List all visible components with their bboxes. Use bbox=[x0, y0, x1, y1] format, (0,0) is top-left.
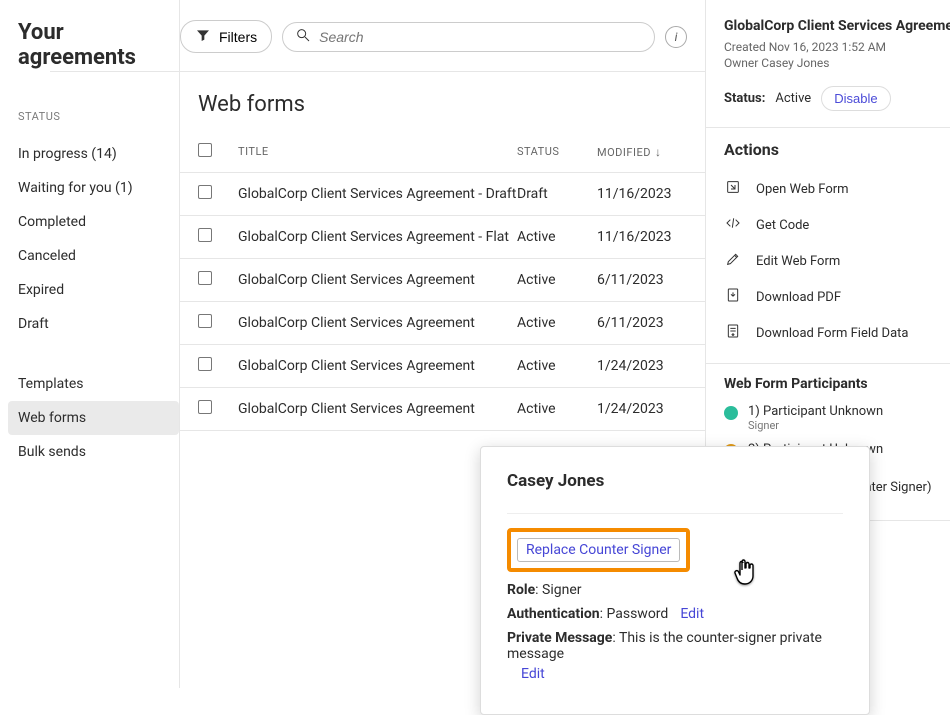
table-row[interactable]: GlobalCorp Client Services Agreement - D… bbox=[180, 173, 705, 216]
action-download-form[interactable]: Download Form Field Data bbox=[724, 315, 950, 351]
row-modified: 6/11/2023 bbox=[597, 315, 687, 331]
search-field-wrapper[interactable] bbox=[282, 22, 655, 52]
detail-owner: Owner Casey Jones bbox=[724, 56, 950, 70]
row-status: Draft bbox=[517, 186, 597, 202]
select-all-checkbox[interactable] bbox=[198, 143, 212, 157]
action-download[interactable]: Download PDF bbox=[724, 279, 950, 315]
toolbar: Filters i bbox=[50, 20, 705, 72]
row-modified: 1/24/2023 bbox=[597, 358, 687, 374]
participants-heading: Web Form Participants bbox=[724, 376, 950, 392]
download-icon bbox=[724, 287, 742, 307]
status-row: Status: Active Disable bbox=[724, 86, 950, 111]
row-title: GlobalCorp Client Services Agreement bbox=[238, 358, 517, 374]
cursor-hand-icon bbox=[733, 556, 759, 592]
row-status: Active bbox=[517, 358, 597, 374]
sidebar-item-completed[interactable]: Completed bbox=[18, 205, 179, 239]
participant-role: Signer bbox=[748, 419, 883, 432]
left-sidebar: Your agreements STATUS In progress (14) … bbox=[0, 0, 180, 688]
counter-signer-popover: Casey Jones Replace Counter Signer Role:… bbox=[480, 446, 870, 715]
action-label: Download Form Field Data bbox=[756, 326, 908, 341]
sidebar-item-draft[interactable]: Draft bbox=[18, 307, 179, 341]
participant-name: 1) Participant Unknown bbox=[748, 404, 883, 419]
row-checkbox[interactable] bbox=[198, 228, 212, 242]
table-header: TITLE STATUS MODIFIED↓ bbox=[180, 131, 705, 173]
detail-title: GlobalCorp Client Services Agreement bbox=[724, 18, 950, 34]
actions-heading: Actions bbox=[724, 140, 950, 159]
participant-dot bbox=[724, 406, 738, 420]
row-modified: 11/16/2023 bbox=[597, 229, 687, 245]
sidebar-item-in-progress[interactable]: In progress (14) bbox=[18, 137, 179, 171]
row-status: Active bbox=[517, 401, 597, 417]
row-modified: 6/11/2023 bbox=[597, 272, 687, 288]
row-modified: 11/16/2023 bbox=[597, 186, 687, 202]
status-label: Status: bbox=[724, 91, 765, 106]
filter-icon bbox=[195, 27, 211, 46]
col-modified[interactable]: MODIFIED↓ bbox=[597, 145, 687, 159]
action-edit[interactable]: Edit Web Form bbox=[724, 243, 950, 279]
edit-message-link[interactable]: Edit bbox=[521, 666, 843, 682]
disable-button[interactable]: Disable bbox=[821, 86, 890, 111]
table-row[interactable]: GlobalCorp Client Services AgreementActi… bbox=[180, 345, 705, 388]
action-code[interactable]: Get Code bbox=[724, 207, 950, 243]
row-status: Active bbox=[517, 272, 597, 288]
web-forms-table: TITLE STATUS MODIFIED↓ GlobalCorp Client… bbox=[180, 131, 705, 431]
edit-icon bbox=[724, 251, 742, 271]
action-label: Edit Web Form bbox=[756, 254, 840, 269]
sidebar-item-web-forms[interactable]: Web forms bbox=[8, 401, 179, 435]
col-status[interactable]: STATUS bbox=[517, 145, 597, 158]
replace-counter-signer-button[interactable]: Replace Counter Signer bbox=[517, 538, 680, 562]
sidebar-item-bulk-sends[interactable]: Bulk sends bbox=[18, 435, 179, 469]
edit-auth-link[interactable]: Edit bbox=[680, 606, 704, 622]
sidebar-item-canceled[interactable]: Canceled bbox=[18, 239, 179, 273]
row-checkbox[interactable] bbox=[198, 357, 212, 371]
open-icon bbox=[724, 179, 742, 199]
sidebar-item-waiting[interactable]: Waiting for you (1) bbox=[18, 171, 179, 205]
table-row[interactable]: GlobalCorp Client Services Agreement - F… bbox=[180, 216, 705, 259]
row-title: GlobalCorp Client Services Agreement - D… bbox=[238, 186, 517, 202]
section-heading: Web forms bbox=[180, 72, 705, 131]
filters-button[interactable]: Filters bbox=[180, 20, 272, 53]
table-row[interactable]: GlobalCorp Client Services AgreementActi… bbox=[180, 259, 705, 302]
search-input[interactable] bbox=[319, 29, 642, 45]
row-checkbox[interactable] bbox=[198, 314, 212, 328]
row-checkbox[interactable] bbox=[198, 271, 212, 285]
highlight-box: Replace Counter Signer bbox=[507, 528, 690, 572]
row-title: GlobalCorp Client Services Agreement - F… bbox=[238, 229, 517, 245]
row-modified: 1/24/2023 bbox=[597, 401, 687, 417]
sidebar-item-expired[interactable]: Expired bbox=[18, 273, 179, 307]
sort-desc-icon: ↓ bbox=[655, 145, 662, 159]
col-title[interactable]: TITLE bbox=[238, 145, 517, 158]
row-status: Active bbox=[517, 315, 597, 331]
private-message-line: Private Message: This is the counter-sig… bbox=[507, 630, 843, 682]
role-line: Role: Signer bbox=[507, 582, 843, 598]
download-form-icon bbox=[724, 323, 742, 343]
popover-name: Casey Jones bbox=[507, 471, 843, 491]
table-row[interactable]: GlobalCorp Client Services AgreementActi… bbox=[180, 302, 705, 345]
info-icon[interactable]: i bbox=[665, 26, 687, 48]
filters-label: Filters bbox=[219, 29, 257, 45]
participant-item[interactable]: 1) Participant UnknownSigner bbox=[724, 404, 950, 432]
action-label: Download PDF bbox=[756, 290, 841, 305]
table-row[interactable]: GlobalCorp Client Services AgreementActi… bbox=[180, 388, 705, 431]
row-title: GlobalCorp Client Services Agreement bbox=[238, 315, 517, 331]
action-label: Get Code bbox=[756, 218, 809, 233]
status-heading: STATUS bbox=[18, 110, 179, 123]
row-status: Active bbox=[517, 229, 597, 245]
action-label: Open Web Form bbox=[756, 182, 849, 197]
main-content: Filters i Web forms TITLE STATUS MODIFIE… bbox=[180, 0, 705, 688]
row-title: GlobalCorp Client Services Agreement bbox=[238, 272, 517, 288]
search-icon bbox=[295, 27, 311, 47]
sidebar-item-templates[interactable]: Templates bbox=[18, 367, 179, 401]
row-checkbox[interactable] bbox=[198, 400, 212, 414]
row-title: GlobalCorp Client Services Agreement bbox=[238, 401, 517, 417]
code-icon bbox=[724, 215, 742, 235]
auth-line: Authentication: PasswordEdit bbox=[507, 606, 843, 622]
status-value: Active bbox=[775, 91, 811, 106]
action-open[interactable]: Open Web Form bbox=[724, 171, 950, 207]
divider bbox=[507, 513, 843, 514]
detail-created: Created Nov 16, 2023 1:52 AM bbox=[724, 40, 950, 54]
row-checkbox[interactable] bbox=[198, 185, 212, 199]
